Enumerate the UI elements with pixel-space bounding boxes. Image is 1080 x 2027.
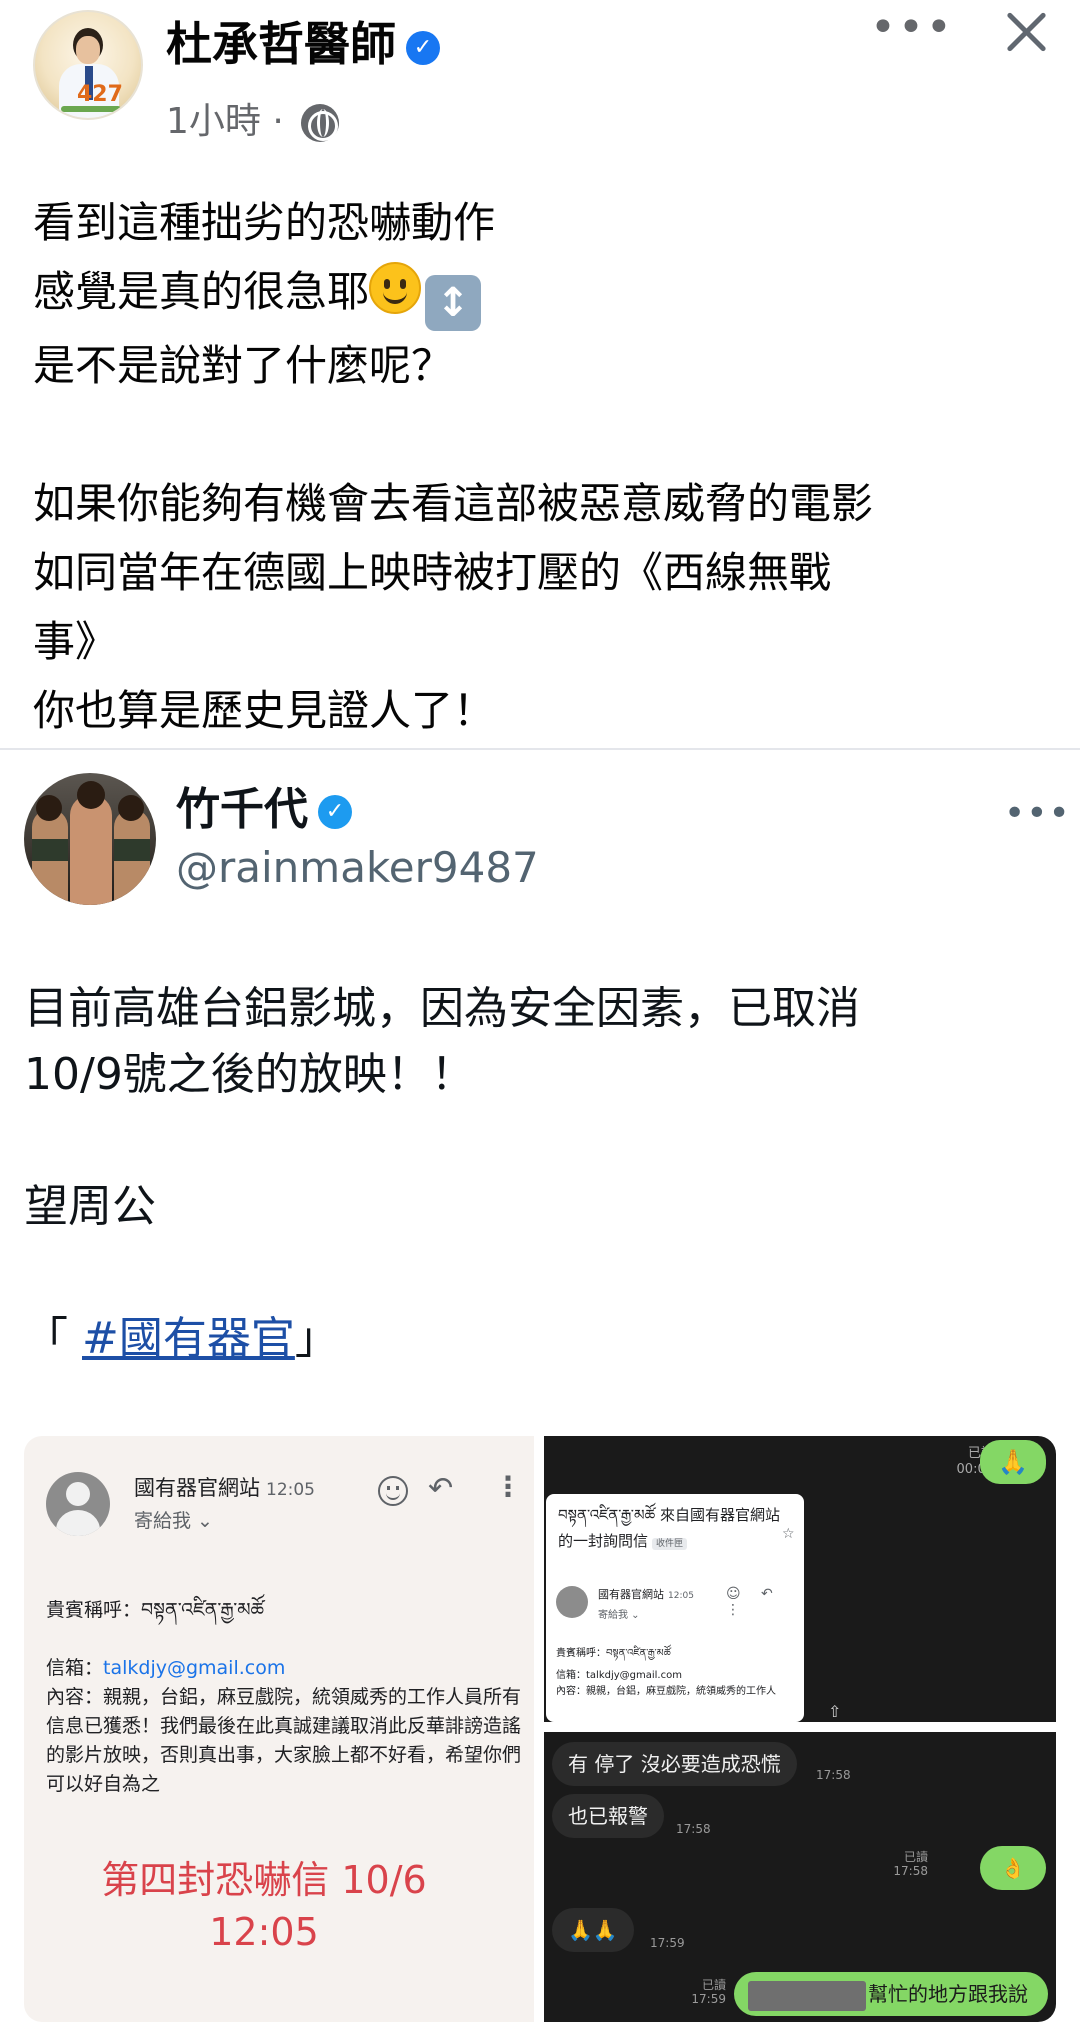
outgoing-message: 幫忙的地方跟我說	[734, 1972, 1048, 2016]
email-screenshot-image[interactable]: 國有器官網站 12:05 寄給我 ⌄ ↶ ⋮ 貴賓稱呼：བསྟན་འཛིན་རྒྱ…	[24, 1436, 534, 2022]
message-time: 17:58	[676, 1822, 711, 1836]
embedded-line: 望周公	[24, 1181, 156, 1232]
post-header: 427 杜承哲醫師 ✓ 1小時 · •••	[0, 0, 1080, 160]
incoming-message: 有 停了 沒必要造成恐慌	[552, 1742, 797, 1786]
outgoing-emoji-bubble: 👌	[980, 1846, 1046, 1890]
message-time: 17:59	[650, 1936, 685, 1950]
close-icon[interactable]	[994, 0, 1058, 64]
share-icon: ⇧	[828, 1702, 842, 1721]
verified-badge-icon: ✓	[318, 795, 352, 829]
globe-icon	[301, 104, 340, 142]
read-receipt: 已讀 17:58	[893, 1850, 928, 1878]
embedded-more-button[interactable]: •••	[1004, 794, 1070, 834]
more-options-button[interactable]: •••	[870, 6, 952, 50]
verified-badge-icon: ✓	[406, 30, 440, 65]
post-timestamp[interactable]: 1小時 ·	[166, 101, 295, 142]
sender-avatar-icon	[46, 1472, 110, 1536]
message-time: 17:58	[816, 1768, 851, 1782]
hashtag-link[interactable]: #國有器官	[82, 1313, 295, 1364]
post-body: 看到這種拙劣的恐嚇動作 感覺是真的很急耶 ↕ 是不是說對了什麼呢？ 如果你能夠有機…	[33, 188, 1063, 745]
post-line: 感覺是真的很急耶 ↕	[33, 257, 1063, 331]
incoming-emoji-message: 🙏🙏	[552, 1908, 634, 1952]
shared-email-title: བསྟན་འཛིན་རྒྱ་མཚོ 來自國有器官網站的一封詢問信 收件匣	[558, 1506, 780, 1550]
avatar-badge-number: 427	[77, 82, 123, 107]
incoming-message: 也已報警	[552, 1794, 664, 1838]
chat-screenshot-top-image[interactable]: 已讀00:00 🙏 བསྟན་འཛིན་རྒྱ་མཚོ 來自國有器官網站的一封詢…	[544, 1436, 1056, 1722]
threat-letter-caption: 第四封恐嚇信 10/6 12:05	[101, 1858, 427, 1954]
reply-icon: ↶	[428, 1471, 454, 1506]
embedded-author-avatar[interactable]	[24, 773, 156, 905]
author-name[interactable]: 杜承哲醫師	[166, 17, 396, 71]
outgoing-emoji-bubble: 🙏	[980, 1440, 1046, 1484]
email-body: 貴賓稱呼：བསྟན་འཛིན་རྒྱ་མཚོ 信箱：talkdjy@gmail.…	[46, 1596, 522, 1799]
chat-screenshot-bottom-image[interactable]: 有 停了 沒必要造成恐慌 17:58 也已報警 17:58 已讀 17:58 👌 …	[544, 1732, 1056, 2022]
emoji-react-icon	[378, 1476, 408, 1506]
post-line: 是不是說對了什麼呢？	[33, 341, 454, 390]
star-icon: ☆	[782, 1526, 795, 1542]
post-line: 如果你能夠有機會去看這部被惡意威脅的電影	[33, 479, 874, 528]
more-vert-icon: ⋮	[494, 1470, 522, 1503]
read-receipt: 已讀 17:59	[691, 1978, 726, 2006]
post-line	[33, 400, 1063, 469]
shared-email-body: 貴賓稱呼：བསྟན་འཛིན་རྒྱ་མཚོ 信箱：talkdjy@gmail.…	[556, 1648, 776, 1697]
author-name-row[interactable]: 杜承哲醫師 ✓	[166, 16, 440, 72]
embedded-post-body: 目前高雄台鋁影城，因為安全因素，已取消 10/9號之後的放映！！ 望周公 「 #…	[24, 976, 1064, 1372]
embedded-line: 目前高雄台鋁影城，因為安全因素，已取消	[24, 983, 860, 1034]
email-time: 12:05	[266, 1480, 315, 1500]
shared-email-card: བསྟན་འཛིན་རྒྱ་མཚོ 來自國有器官網站的一封詢問信 收件匣 ☆ 國有…	[546, 1494, 804, 1722]
embedded-author-name[interactable]: 竹千代	[176, 784, 308, 835]
sender-avatar-icon	[556, 1586, 588, 1618]
email-address-line: 信箱：talkdjy@gmail.com	[46, 1657, 286, 1679]
embedded-line	[24, 1108, 1064, 1174]
embedded-line	[24, 1240, 1064, 1306]
shared-email-sender: 國有器官網站 12:05	[598, 1588, 694, 1601]
email-content: 內容：親親，台鋁，麻豆戲院，統領威秀的工作人員所有信息已獲悉！我們最後在此真誠建…	[46, 1686, 522, 1795]
author-avatar[interactable]: 427	[33, 10, 143, 120]
post-line: 看到這種拙劣的恐嚇動作	[33, 198, 496, 247]
embedded-author-handle[interactable]: @rainmaker9487	[176, 842, 539, 894]
hashtag-line: 「 #國有器官」	[24, 1313, 339, 1364]
email-recipient: 寄給我 ⌄	[134, 1510, 213, 1532]
smile-emoji-icon	[369, 262, 422, 314]
post-line: 你也算是歷史見證人了！	[33, 686, 496, 735]
shared-email-recipient: 寄給我 ⌄	[598, 1610, 640, 1621]
post-line: 事》	[33, 617, 118, 666]
embedded-author-name-row[interactable]: 竹千代 ✓	[176, 782, 352, 838]
email-sender: 國有器官網站 12:05	[134, 1476, 315, 1500]
email-address-link: talkdjy@gmail.com	[103, 1657, 286, 1679]
post-meta: 1小時 ·	[166, 100, 340, 144]
email-action-icons: ☺ ↶ ⋮	[726, 1586, 781, 1618]
embedded-line: 10/9號之後的放映！！	[24, 1049, 475, 1100]
post-line: 如同當年在德國上映時被打壓的《西線無戰	[33, 548, 832, 597]
inbox-tag: 收件匣	[652, 1538, 688, 1550]
redacted-block	[748, 1980, 866, 2011]
email-greeting: 貴賓稱呼：བསྟན་འཛིན་རྒྱ་མཚོ	[46, 1599, 265, 1621]
divider	[0, 748, 1080, 750]
up-down-arrow-emoji-icon: ↕	[425, 275, 482, 331]
